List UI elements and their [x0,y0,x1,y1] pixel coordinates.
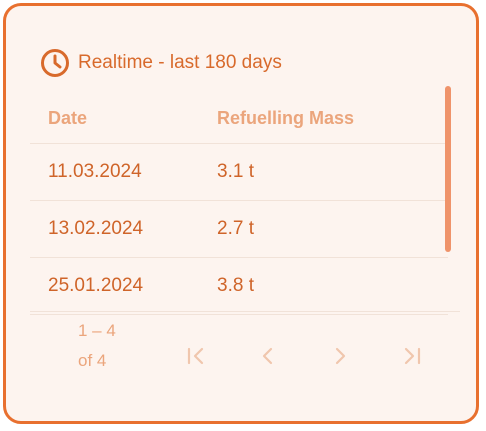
refuelling-table: Date Refuelling Mass 11.03.2024 3.1 t 13… [30,94,448,315]
table-header-row: Date Refuelling Mass [30,94,448,144]
first-page-button[interactable] [182,344,210,372]
clock-icon [40,48,70,78]
last-page-button[interactable] [398,344,426,372]
footer-divider [30,311,460,312]
previous-page-button[interactable] [254,344,282,372]
last-page-icon [400,344,424,373]
first-page-icon [184,344,208,373]
realtime-card: Realtime - last 180 days Date Refuelling… [3,3,479,424]
date-cell: 11.03.2024 [48,161,142,182]
vertical-scrollbar[interactable] [445,86,451,252]
next-page-button[interactable] [326,344,354,372]
table-row[interactable]: 11.03.2024 3.1 t [30,144,448,201]
mass-cell: 2.7 t [217,218,254,239]
card-title: Realtime - last 180 days [78,52,282,73]
column-header-refuelling-mass[interactable]: Refuelling Mass [217,108,448,129]
table-row[interactable]: 13.02.2024 2.7 t [30,201,448,258]
mass-cell: 3.1 t [217,161,254,182]
date-cell: 25.01.2024 [48,275,144,296]
pagination-range: 1 – 4 of 4 [78,321,116,370]
previous-page-icon [256,344,280,373]
mass-cell: 3.8 t [217,275,254,296]
card-header: Realtime - last 180 days [40,46,282,80]
table-row[interactable]: 25.01.2024 3.8 t [30,258,448,315]
column-header-date[interactable]: Date [30,108,217,129]
next-page-icon [328,344,352,373]
date-cell: 13.02.2024 [48,218,144,239]
